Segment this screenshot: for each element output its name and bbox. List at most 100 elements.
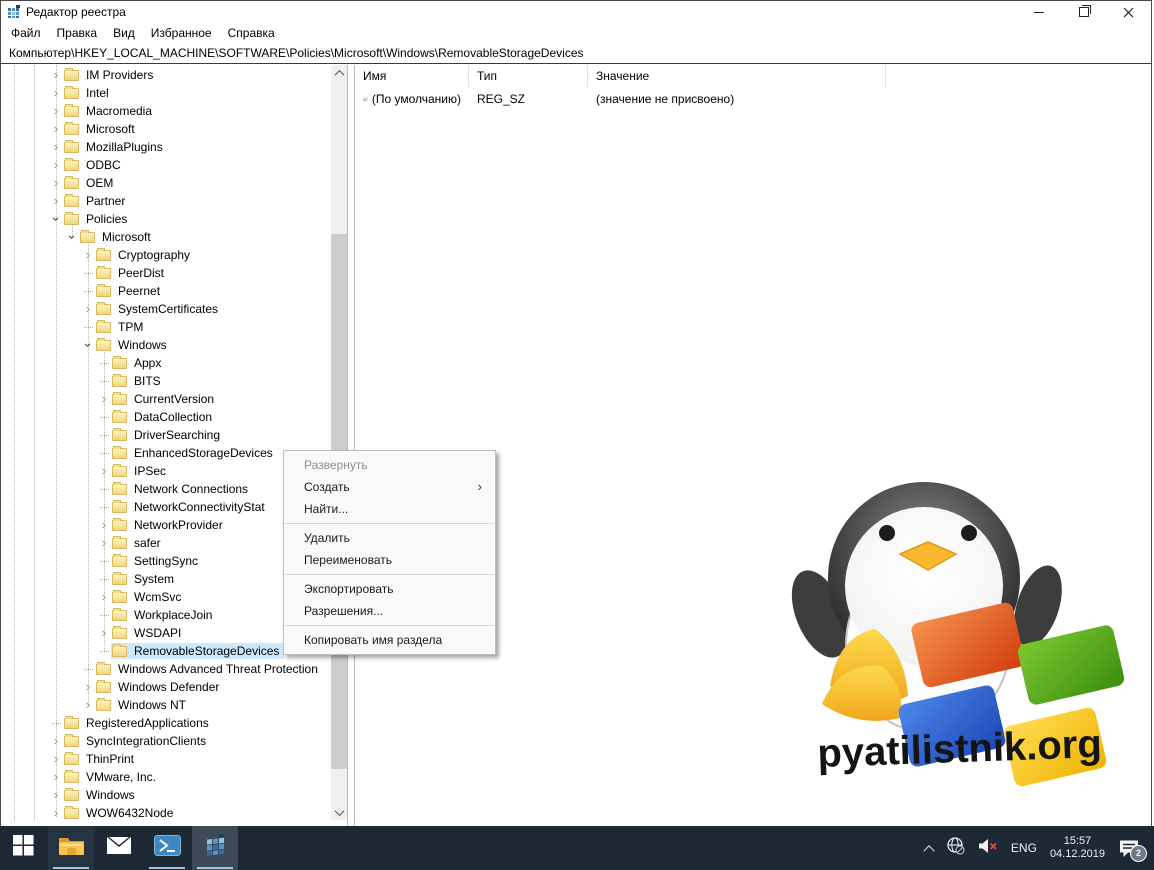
language-indicator[interactable]: ENG bbox=[1011, 841, 1037, 855]
tree-item-registeredapplications[interactable]: RegisteredApplications bbox=[1, 714, 331, 732]
expand-chevron-icon[interactable]: › bbox=[81, 698, 95, 711]
tree-item-policies[interactable]: › Policies bbox=[1, 210, 331, 228]
file-explorer-button[interactable] bbox=[48, 826, 94, 870]
tray-overflow-button[interactable] bbox=[923, 844, 935, 857]
column-header-2[interactable]: Значение bbox=[588, 65, 886, 87]
context-menu-item-4[interactable]: Удалить bbox=[284, 527, 495, 549]
tree-item-windows-defender[interactable]: › Windows Defender bbox=[1, 678, 331, 696]
expand-chevron-icon[interactable]: › bbox=[97, 518, 111, 531]
collapse-chevron-icon[interactable]: › bbox=[65, 232, 80, 242]
expand-chevron-icon[interactable]: › bbox=[49, 140, 63, 153]
expand-chevron-icon[interactable]: › bbox=[97, 392, 111, 405]
tree-item-network-connections[interactable]: Network Connections bbox=[1, 480, 331, 498]
expand-chevron-icon[interactable]: › bbox=[81, 248, 95, 261]
tree-item-datacollection[interactable]: DataCollection bbox=[1, 408, 331, 426]
menu-4[interactable]: Справка bbox=[220, 24, 283, 42]
column-header-1[interactable]: Тип bbox=[469, 65, 588, 87]
expand-chevron-icon[interactable]: › bbox=[49, 104, 63, 117]
network-status-button[interactable] bbox=[946, 836, 965, 860]
expand-chevron-icon[interactable]: › bbox=[49, 770, 63, 783]
tree-item-currentversion[interactable]: › CurrentVersion bbox=[1, 390, 331, 408]
tree-item-settingsync[interactable]: SettingSync bbox=[1, 552, 331, 570]
start-button[interactable] bbox=[0, 826, 46, 870]
tree-item-ipsec[interactable]: › IPSec bbox=[1, 462, 331, 480]
tree-item-system[interactable]: System bbox=[1, 570, 331, 588]
context-menu-item-1[interactable]: Создать › bbox=[284, 476, 495, 498]
powershell-button[interactable] bbox=[144, 826, 190, 870]
tree-item-syncintegrationclients[interactable]: › SyncIntegrationClients bbox=[1, 732, 331, 750]
tree-item-appx[interactable]: Appx bbox=[1, 354, 331, 372]
pane-splitter[interactable] bbox=[347, 65, 355, 826]
tree-item-wow6432node[interactable]: › WOW6432Node bbox=[1, 804, 331, 822]
context-menu-item-2[interactable]: Найти... bbox=[284, 498, 495, 520]
address-bar[interactable]: Компьютер\HKEY_LOCAL_MACHINE\SOFTWARE\Po… bbox=[1, 43, 1151, 64]
tree-item-driversearching[interactable]: DriverSearching bbox=[1, 426, 331, 444]
tree-item-wsdapi[interactable]: › WSDAPI bbox=[1, 624, 331, 642]
tree-item-thinprint[interactable]: › ThinPrint bbox=[1, 750, 331, 768]
expand-chevron-icon[interactable]: › bbox=[81, 680, 95, 693]
menu-3[interactable]: Избранное bbox=[143, 24, 220, 42]
collapse-chevron-icon[interactable]: › bbox=[49, 214, 64, 224]
volume-button[interactable] bbox=[978, 838, 998, 859]
context-menu-item-7[interactable]: Экспортировать bbox=[284, 578, 495, 600]
expand-chevron-icon[interactable]: › bbox=[49, 158, 63, 171]
tree-item-vmware-inc-[interactable]: › VMware, Inc. bbox=[1, 768, 331, 786]
tree-item-networkprovider[interactable]: › NetworkProvider bbox=[1, 516, 331, 534]
tree-item-wcmsvc[interactable]: › WcmSvc bbox=[1, 588, 331, 606]
tree-item-windows-nt[interactable]: › Windows NT bbox=[1, 696, 331, 714]
restore-button[interactable] bbox=[1061, 1, 1106, 23]
tree-item-peernet[interactable]: Peernet bbox=[1, 282, 331, 300]
tree-scrollbar[interactable] bbox=[331, 65, 347, 820]
menu-1[interactable]: Правка bbox=[49, 24, 106, 42]
expand-chevron-icon[interactable]: › bbox=[49, 752, 63, 765]
value-row[interactable]: ab (По умолчанию) REG_SZ (значение не присв… bbox=[355, 89, 1151, 109]
tree-item-enhancedstoragedevices[interactable]: EnhancedStorageDevices bbox=[1, 444, 331, 462]
tree-item-safer[interactable]: › safer bbox=[1, 534, 331, 552]
tree-item-intel[interactable]: › Intel bbox=[1, 84, 331, 102]
tree-item-windows-advanced-threat-protection[interactable]: Windows Advanced Threat Protection bbox=[1, 660, 331, 678]
tree-item-removablestoragedevices[interactable]: RemovableStorageDevices bbox=[1, 642, 331, 660]
action-center-button[interactable]: 2 bbox=[1118, 839, 1147, 862]
tree-item-partner[interactable]: › Partner bbox=[1, 192, 331, 210]
tree-item-microsoft[interactable]: › Microsoft bbox=[1, 120, 331, 138]
tree-item-windows[interactable]: › Windows bbox=[1, 336, 331, 354]
scroll-down-button[interactable] bbox=[331, 804, 347, 820]
tree-item-macromedia[interactable]: › Macromedia bbox=[1, 102, 331, 120]
tree-item-oem[interactable]: › OEM bbox=[1, 174, 331, 192]
expand-chevron-icon[interactable]: › bbox=[49, 194, 63, 207]
expand-chevron-icon[interactable]: › bbox=[49, 68, 63, 81]
scroll-up-button[interactable] bbox=[331, 65, 347, 81]
tree-item-networkconnectivitystat[interactable]: NetworkConnectivityStat bbox=[1, 498, 331, 516]
expand-chevron-icon[interactable]: › bbox=[97, 464, 111, 477]
expand-chevron-icon[interactable]: › bbox=[49, 122, 63, 135]
menu-0[interactable]: Файл bbox=[3, 24, 49, 42]
mail-button[interactable] bbox=[96, 826, 142, 870]
close-button[interactable] bbox=[1106, 1, 1151, 23]
collapse-chevron-icon[interactable]: › bbox=[81, 340, 96, 350]
tree-item-workplacejoin[interactable]: WorkplaceJoin bbox=[1, 606, 331, 624]
expand-chevron-icon[interactable]: › bbox=[49, 176, 63, 189]
tree-item-cryptography[interactable]: › Cryptography bbox=[1, 246, 331, 264]
tree-item-microsoft[interactable]: › Microsoft bbox=[1, 228, 331, 246]
expand-chevron-icon[interactable]: › bbox=[97, 626, 111, 639]
tree-item-systemcertificates[interactable]: › SystemCertificates bbox=[1, 300, 331, 318]
context-menu-item-10[interactable]: Копировать имя раздела bbox=[284, 629, 495, 651]
tree-item-bits[interactable]: BITS bbox=[1, 372, 331, 390]
expand-chevron-icon[interactable]: › bbox=[49, 86, 63, 99]
expand-chevron-icon[interactable]: › bbox=[97, 536, 111, 549]
expand-chevron-icon[interactable]: › bbox=[81, 302, 95, 315]
menu-2[interactable]: Вид bbox=[105, 24, 143, 42]
expand-chevron-icon[interactable]: › bbox=[49, 734, 63, 747]
clock[interactable]: 15:57 04.12.2019 bbox=[1050, 835, 1105, 861]
tree-item-odbc[interactable]: › ODBC bbox=[1, 156, 331, 174]
tree-item-windows[interactable]: › Windows bbox=[1, 786, 331, 804]
tree-item-tpm[interactable]: TPM bbox=[1, 318, 331, 336]
context-menu-item-8[interactable]: Разрешения... bbox=[284, 600, 495, 622]
tree-item-mozillaplugins[interactable]: › MozillaPlugins bbox=[1, 138, 331, 156]
context-menu-item-5[interactable]: Переименовать bbox=[284, 549, 495, 571]
registry-editor-button[interactable] bbox=[192, 826, 238, 870]
column-header-0[interactable]: Имя bbox=[355, 65, 469, 87]
expand-chevron-icon[interactable]: › bbox=[49, 788, 63, 801]
expand-chevron-icon[interactable]: › bbox=[49, 806, 63, 819]
expand-chevron-icon[interactable]: › bbox=[97, 590, 111, 603]
